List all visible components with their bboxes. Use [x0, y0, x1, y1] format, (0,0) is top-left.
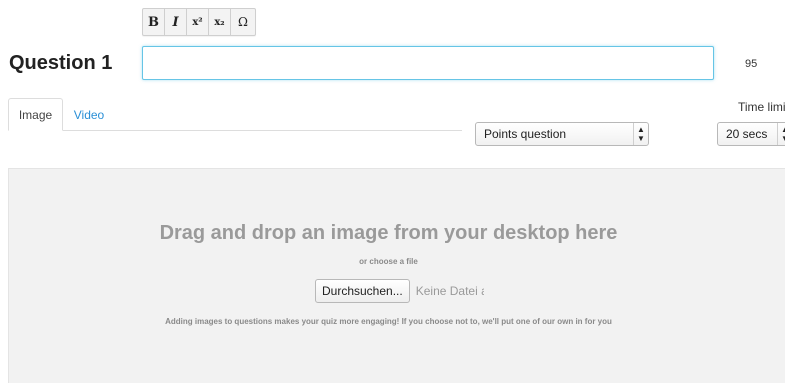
time-limit-label: Time limit	[738, 100, 785, 114]
tab-image[interactable]: Image	[8, 98, 63, 131]
italic-button[interactable]: I	[165, 9, 187, 35]
special-characters-button[interactable]: Ω	[231, 9, 255, 35]
time-limit-select-value: 20 secs	[726, 127, 768, 141]
formatting-toolbar: B I x² x₂ Ω	[142, 8, 256, 36]
points-select-value: Points question	[484, 127, 567, 141]
character-count: 95	[745, 58, 758, 70]
image-dropzone[interactable]	[8, 168, 785, 383]
subscript-button[interactable]: x₂	[209, 9, 231, 35]
superscript-label: x²	[192, 16, 203, 28]
select-arrows-icon: ▲ ▼	[777, 123, 785, 145]
time-limit-select[interactable]: 20 secs ▲ ▼	[717, 122, 785, 146]
subscript-label: x₂	[214, 16, 225, 28]
file-status-text: Keine Datei ausgewählt.	[415, 284, 484, 298]
tab-video[interactable]: Video	[66, 98, 112, 131]
bold-button[interactable]: B	[143, 9, 165, 35]
dropzone-title: Drag and drop an image from your desktop…	[159, 222, 618, 244]
question-input[interactable]	[142, 46, 714, 80]
browse-button[interactable]: Durchsuchen...	[315, 279, 410, 303]
dropzone-note: Adding images to questions makes your qu…	[165, 317, 612, 326]
points-select[interactable]: Points question ▲ ▼	[475, 122, 649, 146]
file-input: Durchsuchen... Keine Datei ausgewählt.	[315, 279, 484, 303]
superscript-button[interactable]: x²	[187, 9, 209, 35]
select-arrows-icon: ▲ ▼	[633, 123, 648, 145]
question-label: Question 1	[9, 52, 113, 74]
quiz-question-editor: B I x² x₂ Ω Question 1 95 Image Video Po…	[0, 0, 785, 383]
dropzone-choose-text: or choose a file	[359, 257, 418, 266]
